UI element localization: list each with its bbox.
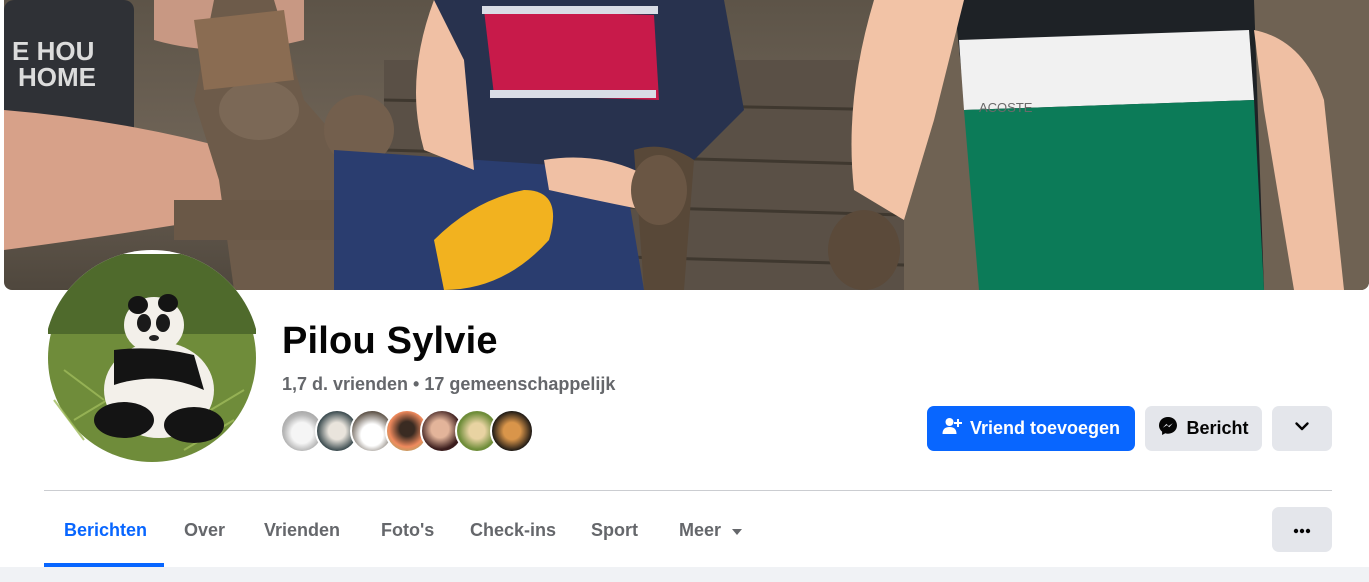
messenger-icon bbox=[1158, 416, 1178, 441]
profile-more-button[interactable] bbox=[1272, 406, 1332, 451]
mutual-friend-avatar[interactable] bbox=[490, 409, 534, 453]
tab-meer-label: Meer bbox=[679, 520, 722, 540]
add-friend-icon bbox=[942, 416, 962, 441]
cover-photo[interactable]: E HOU HOME ACOSTE bbox=[4, 0, 1369, 290]
friends-summary[interactable]: 1,7 d. vrienden • 17 gemeenschappelijk bbox=[282, 374, 615, 395]
add-friend-button[interactable]: Vriend toevoegen bbox=[927, 406, 1135, 451]
tab-fotos[interactable]: Foto's bbox=[381, 508, 434, 553]
tab-over[interactable]: Over bbox=[184, 508, 225, 553]
tab-meer[interactable]: Meer bbox=[679, 508, 743, 553]
tab-berichten[interactable]: Berichten bbox=[64, 508, 147, 553]
message-button[interactable]: Bericht bbox=[1145, 406, 1262, 451]
chevron-down-icon bbox=[1294, 418, 1310, 439]
tabs-more-options-button[interactable] bbox=[1272, 507, 1332, 552]
svg-text:HOME: HOME bbox=[18, 62, 96, 92]
tab-sport[interactable]: Sport bbox=[591, 508, 638, 553]
profile-divider bbox=[44, 490, 1332, 491]
profile-name: Pilou Sylvie bbox=[282, 320, 498, 362]
add-friend-label: Vriend toevoegen bbox=[969, 418, 1121, 438]
page-background-strip bbox=[0, 567, 1369, 582]
tab-vrienden[interactable]: Vrienden bbox=[264, 508, 340, 553]
more-horizontal-icon bbox=[1293, 521, 1311, 539]
tab-check-ins[interactable]: Check-ins bbox=[470, 508, 556, 553]
caret-down-icon bbox=[731, 520, 743, 541]
profile-avatar[interactable] bbox=[44, 250, 260, 466]
svg-text:ACOSTE: ACOSTE bbox=[979, 100, 1033, 115]
message-label: Bericht bbox=[1186, 418, 1249, 438]
